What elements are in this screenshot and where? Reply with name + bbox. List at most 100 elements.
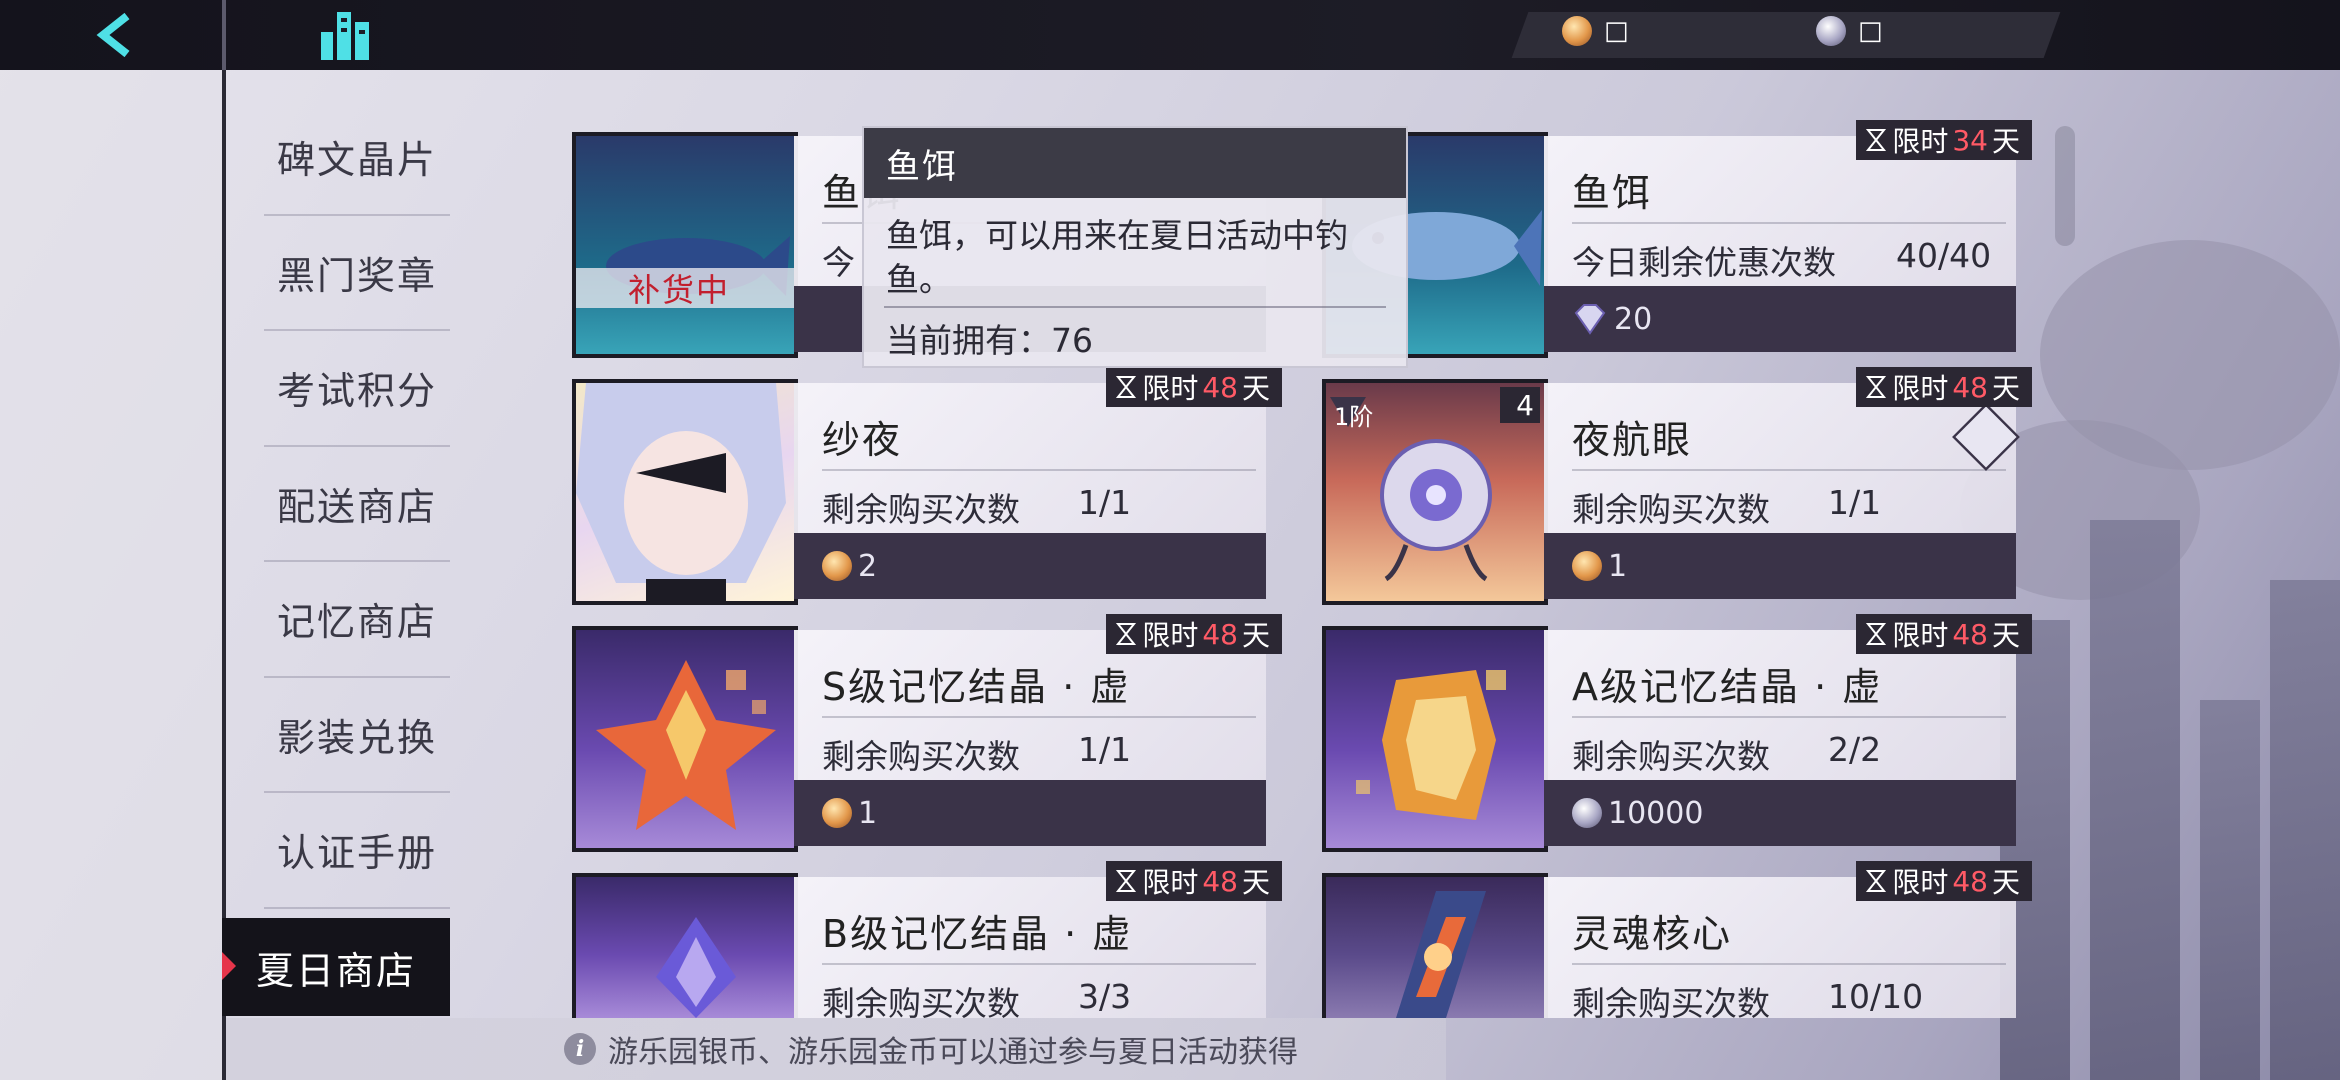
limited-time-badge: 限时 48 天 [1856, 861, 2032, 901]
item-image [576, 383, 794, 601]
price-bar[interactable]: 20 [1544, 286, 2016, 352]
item-name: 鱼饵 [1572, 171, 1653, 215]
item-image [576, 630, 794, 848]
shop-item-card[interactable]: A级记忆结晶 · 虚 剩余购买次数 2/2 10000 限时 48 天 [1322, 614, 2032, 852]
active-indicator [222, 952, 236, 980]
remaining-count: 1/1 [1078, 483, 1132, 522]
limit-days: 34 [1952, 123, 1988, 157]
shop-item-card[interactable]: B级记忆结晶 · 虚 剩余购买次数 3/3 限时 48 天 [572, 861, 1282, 1023]
tooltip-title: 鱼饵 [864, 128, 1406, 198]
hourglass-icon [1866, 129, 1887, 151]
silver-coin-icon [1816, 16, 1846, 46]
remaining-label: 今日剩余优惠次数 [1572, 243, 1836, 282]
item-name: S级记忆结晶 · 虚 [822, 665, 1131, 709]
home-button[interactable] [310, 6, 380, 64]
limit-unit: 天 [1991, 125, 2020, 158]
limit-days: 48 [1202, 617, 1238, 651]
city-background [1980, 440, 2340, 1080]
gold-currency[interactable]: □ [1562, 16, 1629, 46]
gold-currency-value: □ [1604, 16, 1629, 46]
remaining-label: 剩余购买次数 [1572, 984, 1770, 1023]
sidebar-item[interactable]: 认证手册 [264, 793, 450, 909]
remaining-count: 2/2 [1828, 730, 1882, 769]
limit-unit: 天 [1241, 619, 1270, 652]
chevron-left-icon [96, 12, 130, 58]
remaining-label: 剩余购买次数 [822, 737, 1020, 776]
limit-unit: 天 [1991, 372, 2020, 405]
sidebar-item-active-label: 夏日商店 [255, 948, 416, 993]
price-value: 1 [858, 795, 878, 831]
back-button[interactable] [70, 6, 160, 64]
limit-unit: 天 [1991, 866, 2020, 899]
footer-hint: i 游乐园银币、游乐园金币可以通过参与夏日活动获得 [226, 1018, 1446, 1080]
tooltip-owned: 当前拥有：76 [886, 321, 1093, 360]
sidebar-item[interactable]: 黑门奖章 [264, 216, 450, 331]
silver-currency-value: □ [1858, 16, 1883, 46]
item-image: 1阶 4 [1326, 383, 1544, 601]
top-bar: □ □ [0, 0, 2340, 70]
remaining-text: 今日剩余优惠次数 40/40 [1572, 236, 1991, 284]
item-image [1326, 630, 1544, 848]
limit-days: 48 [1202, 370, 1238, 404]
crystal-icon [656, 917, 736, 1018]
info-divider [1572, 469, 2006, 471]
item-info: 鱼饵 今日剩余优惠次数 40/40 20 [1544, 136, 2016, 352]
sidebar-bg [0, 70, 222, 1080]
info-divider [1572, 963, 2006, 965]
topbar-divider [222, 0, 226, 70]
hourglass-icon [1866, 623, 1887, 645]
sidebar-item[interactable]: 影装兑换 [264, 678, 450, 793]
silver-coin-icon [1572, 798, 1602, 828]
info-divider [822, 716, 1256, 718]
crystal-icon [1356, 670, 1506, 820]
limited-time-badge: 限时 34 天 [1856, 120, 2032, 160]
price-bar[interactable]: 1 [1544, 533, 2016, 599]
hourglass-icon [1866, 870, 1887, 892]
scrollbar[interactable] [2055, 126, 2075, 246]
limit-label: 限时 [1892, 372, 1949, 405]
sidebar-item[interactable]: 碑文晶片 [264, 100, 450, 216]
character-portrait-icon [576, 383, 786, 601]
city-buildings-icon [321, 12, 369, 60]
remaining-count: 1/1 [1078, 730, 1132, 769]
diamond-icon [1574, 304, 1606, 335]
shop-item-card[interactable]: S级记忆结晶 · 虚 剩余购买次数 1/1 1 限时 48 天 [572, 614, 1282, 852]
remaining-count: 1/1 [1828, 483, 1882, 522]
shop-item-card[interactable]: 鱼饵 今日剩余优惠次数 40/40 20 限时 34 天 [1322, 120, 2032, 358]
price-value: 20 [1614, 301, 1653, 337]
tooltip-description: 鱼饵，可以用来在夏日活动中钓鱼。 [886, 216, 1348, 299]
item-info: 纱夜 剩余购买次数 1/1 2 [794, 383, 1266, 599]
item-image: 补货中 [576, 136, 794, 354]
hourglass-icon [1116, 870, 1137, 892]
item-name: A级记忆结晶 · 虚 [1572, 665, 1883, 709]
limit-unit: 天 [1241, 866, 1270, 899]
gold-coin-icon [822, 798, 852, 828]
shop-item-card[interactable]: 1阶 4 夜航眼 剩余购买次数 1/1 1 限时 48 天 [1322, 367, 2032, 605]
price-bar[interactable]: 1 [794, 780, 1266, 846]
limit-label: 限时 [1142, 372, 1199, 405]
sidebar-item[interactable]: 考试积分 [264, 331, 450, 447]
fish-icon [606, 236, 790, 296]
limit-days: 48 [1952, 370, 1988, 404]
sidebar-item[interactable]: 配送商店 [264, 447, 450, 562]
silver-currency[interactable]: □ [1816, 16, 1883, 46]
limited-time-badge: 限时 48 天 [1106, 367, 1282, 407]
item-name: B级记忆结晶 · 虚 [822, 912, 1133, 956]
sidebar-item-active[interactable]: 夏日商店 [222, 918, 450, 1016]
limit-label: 限时 [1142, 619, 1199, 652]
limited-time-badge: 限时 48 天 [1856, 367, 2032, 407]
shop-item-card[interactable]: 灵魂核心 剩余购买次数 10/10 限时 48 天 [1322, 861, 2032, 1023]
sidebar-nav: 碑文晶片 黑门奖章 考试积分 配送商店 记忆商店 影装兑换 认证手册 [264, 100, 450, 909]
remaining-label: 剩余购买次数 [1572, 490, 1770, 529]
item-info: A级记忆结晶 · 虚 剩余购买次数 2/2 10000 [1544, 630, 2016, 846]
price-bar[interactable]: 10000 [1544, 780, 2016, 846]
price-bar[interactable]: 2 [794, 533, 1266, 599]
shop-item-card[interactable]: 纱夜 剩余购买次数 1/1 2 限时 48 天 [572, 367, 1282, 605]
remaining-count: 40/40 [1896, 236, 1992, 275]
sidebar-item[interactable]: 记忆商店 [264, 562, 450, 678]
limit-label: 限时 [1892, 866, 1949, 899]
limit-label: 限时 [1892, 619, 1949, 652]
info-icon: i [564, 1033, 596, 1065]
item-tooltip: 鱼饵 鱼饵，可以用来在夏日活动中钓鱼。 当前拥有：76 [862, 126, 1408, 368]
gold-coin-icon [1572, 551, 1602, 581]
